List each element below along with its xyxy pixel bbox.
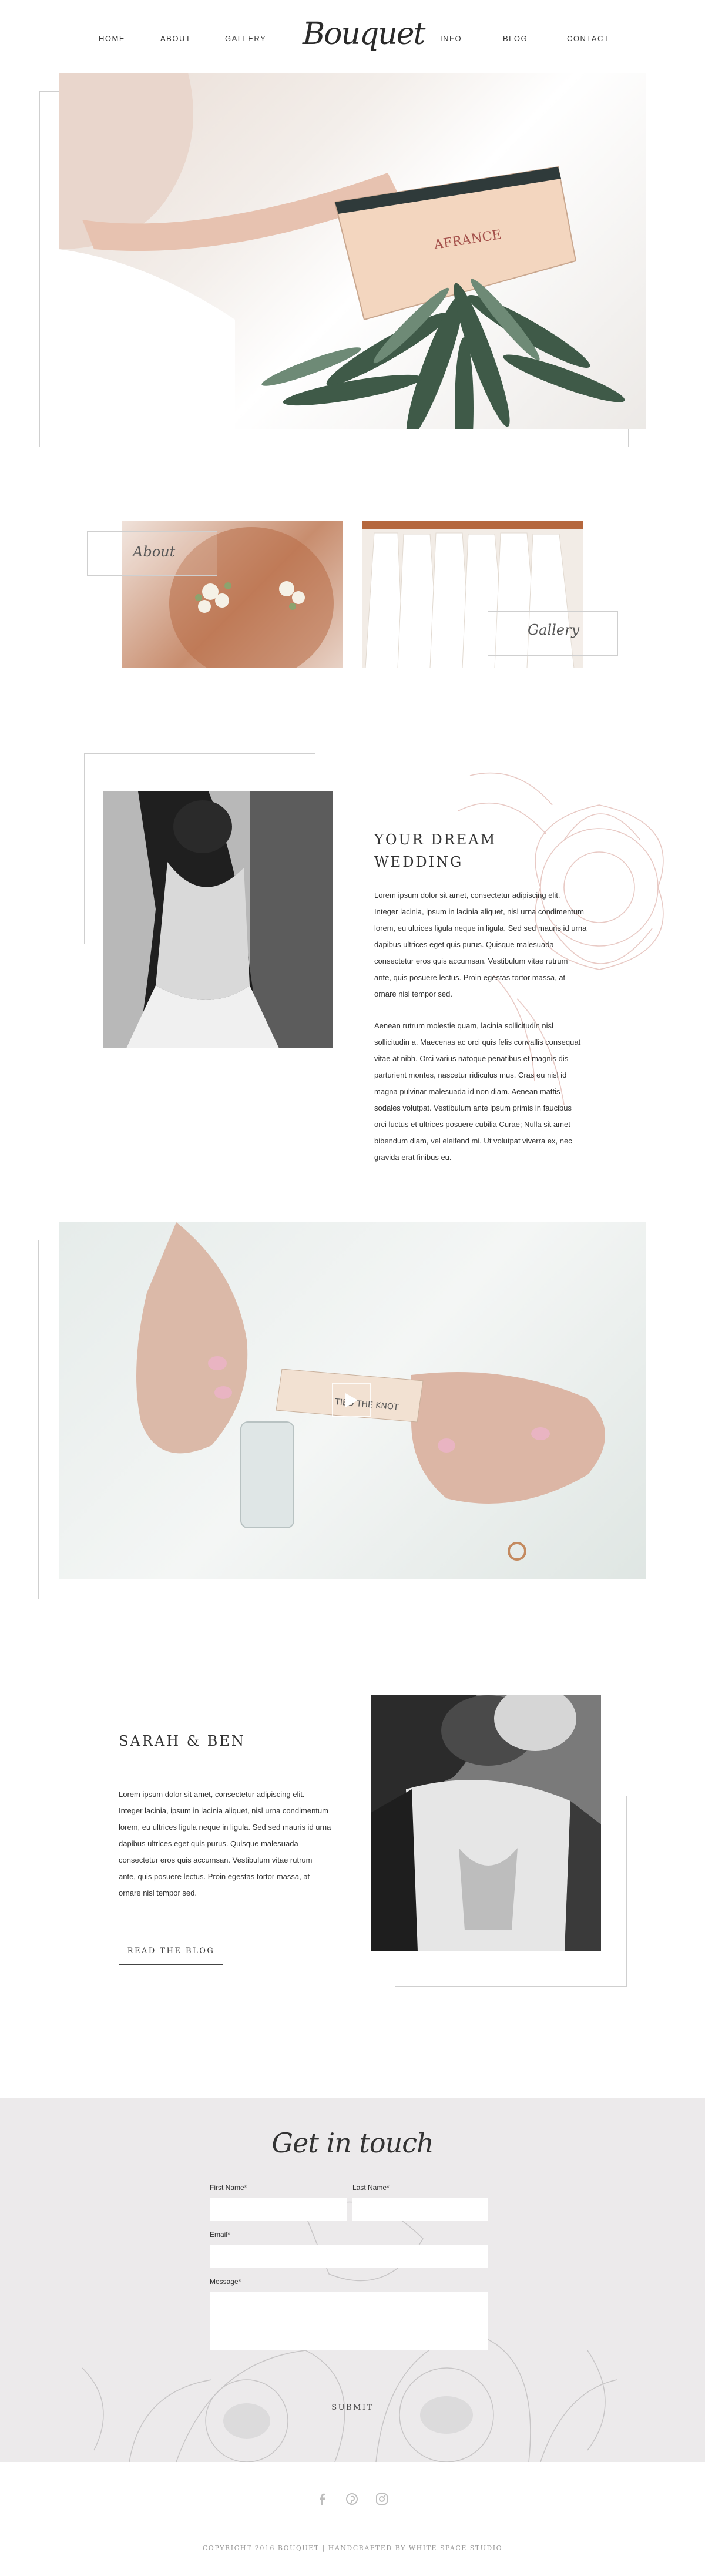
dream-image bbox=[103, 791, 333, 1048]
hero-illustration: AFRANCE bbox=[59, 73, 625, 429]
paragraph-line: ornare nisl tempor sed. bbox=[119, 1889, 197, 1897]
dream-paragraph-1: Lorem ipsum dolor sit amet, consectetur … bbox=[374, 887, 609, 1002]
top-navigation: HOME ABOUT GALLERY Bouquet INFO BLOG CON… bbox=[0, 0, 705, 71]
paragraph-line: vitae at nibh. Orci varius natoque penat… bbox=[374, 1054, 569, 1063]
paragraph-line: Integer lacinia, ipsum in lacinia alique… bbox=[374, 907, 584, 916]
contact-title: Get in touch bbox=[271, 2127, 434, 2159]
paragraph-line: consectetur eros quis accumsan. Vestibul… bbox=[374, 957, 568, 965]
copyright-text: COPYRIGHT 2016 BOUQUET | HANDCRAFTED BY … bbox=[202, 2544, 503, 2552]
play-icon bbox=[345, 1393, 358, 1407]
message-label: Message* bbox=[210, 2278, 241, 2286]
email-field[interactable] bbox=[210, 2245, 488, 2268]
paragraph-line: consectetur eros quis accumsan. Vestibul… bbox=[119, 1856, 313, 1864]
paragraph-line: sodales volutpat. Vestibulum ante ipsum … bbox=[374, 1103, 572, 1112]
paragraph-line: Lorem ipsum dolor sit amet, consectetur … bbox=[119, 1790, 305, 1799]
paragraph-line: dapibus ultrices eget quis purus. Quisqu… bbox=[374, 940, 554, 949]
blog-frame bbox=[395, 1796, 627, 1987]
dream-illustration bbox=[103, 791, 333, 1048]
message-field[interactable] bbox=[210, 2292, 488, 2350]
paragraph-line: parturient montes, nascetur ridiculus mu… bbox=[374, 1071, 567, 1079]
nav-blog-link[interactable]: BLOG bbox=[503, 34, 528, 43]
about-tile-label[interactable]: About bbox=[133, 544, 175, 560]
paragraph-line: lorem, eu ultrices ligula neque in ligul… bbox=[119, 1823, 331, 1832]
nav-info-link[interactable]: INFO bbox=[440, 34, 462, 43]
last-name-field[interactable] bbox=[352, 2198, 488, 2221]
gallery-tile-label[interactable]: Gallery bbox=[528, 622, 579, 638]
paragraph-line: ante, quis posuere lectus. Proin egestas… bbox=[374, 973, 566, 982]
nav-home-link[interactable]: HOME bbox=[99, 34, 125, 43]
paragraph-line: orci luctus et ultrices posuere cubilia … bbox=[374, 1120, 570, 1129]
contact-section: Get in touch First Name* Last Name* Emai… bbox=[0, 2098, 705, 2462]
facebook-icon[interactable] bbox=[318, 2493, 326, 2508]
dream-heading-line2: WEDDING bbox=[374, 854, 464, 870]
play-button[interactable] bbox=[332, 1383, 371, 1417]
paragraph-line: ornare nisl tempor sed. bbox=[374, 990, 452, 998]
hero-image: AFRANCE bbox=[59, 73, 646, 429]
blog-title: SARAH & BEN bbox=[119, 1733, 246, 1749]
submit-button[interactable]: SUBMIT bbox=[326, 2399, 379, 2416]
read-blog-button[interactable]: READ THE BLOG bbox=[119, 1937, 223, 1965]
blog-paragraph: Lorem ipsum dolor sit amet, consectetur … bbox=[119, 1786, 365, 1901]
paragraph-line: Lorem ipsum dolor sit amet, consectetur … bbox=[374, 891, 560, 900]
first-name-field[interactable] bbox=[210, 2198, 347, 2221]
instagram-icon[interactable] bbox=[376, 2493, 388, 2508]
nav-about-link[interactable]: ABOUT bbox=[160, 34, 191, 43]
paragraph-line: ante, quis posuere lectus. Proin egestas… bbox=[119, 1872, 310, 1881]
dream-heading: YOUR DREAM WEDDING bbox=[374, 829, 496, 873]
pinterest-icon[interactable] bbox=[346, 2493, 358, 2508]
paragraph-line: magna pulvinar malesuada id non diam. Ae… bbox=[374, 1087, 560, 1096]
paragraph-line: sollicitudin a. Maecenas ac orci quis fe… bbox=[374, 1038, 581, 1046]
paragraph-line: Aenean rutrum molestie quam, lacinia sol… bbox=[374, 1021, 553, 1030]
dream-heading-line1: YOUR DREAM bbox=[374, 831, 497, 848]
site-logo[interactable]: Bouquet bbox=[303, 16, 425, 58]
last-name-label: Last Name* bbox=[352, 2183, 390, 2192]
nav-gallery-link[interactable]: GALLERY bbox=[225, 34, 266, 43]
first-name-label: First Name* bbox=[210, 2183, 247, 2192]
email-label: Email* bbox=[210, 2230, 230, 2239]
dream-paragraph-2: Aenean rutrum molestie quam, lacinia sol… bbox=[374, 1018, 609, 1166]
paragraph-line: dapibus ultrices eget quis purus. Quisqu… bbox=[119, 1839, 298, 1848]
nav-contact-link[interactable]: CONTACT bbox=[567, 34, 609, 43]
paragraph-line: Integer lacinia, ipsum in lacinia alique… bbox=[119, 1806, 328, 1815]
paragraph-line: bibendum diam, vel eleifend mi. Ut volut… bbox=[374, 1136, 572, 1145]
paragraph-line: lorem, eu ultrices ligula neque in ligul… bbox=[374, 924, 587, 933]
paragraph-line: gravida erat finibus eu. bbox=[374, 1153, 452, 1162]
